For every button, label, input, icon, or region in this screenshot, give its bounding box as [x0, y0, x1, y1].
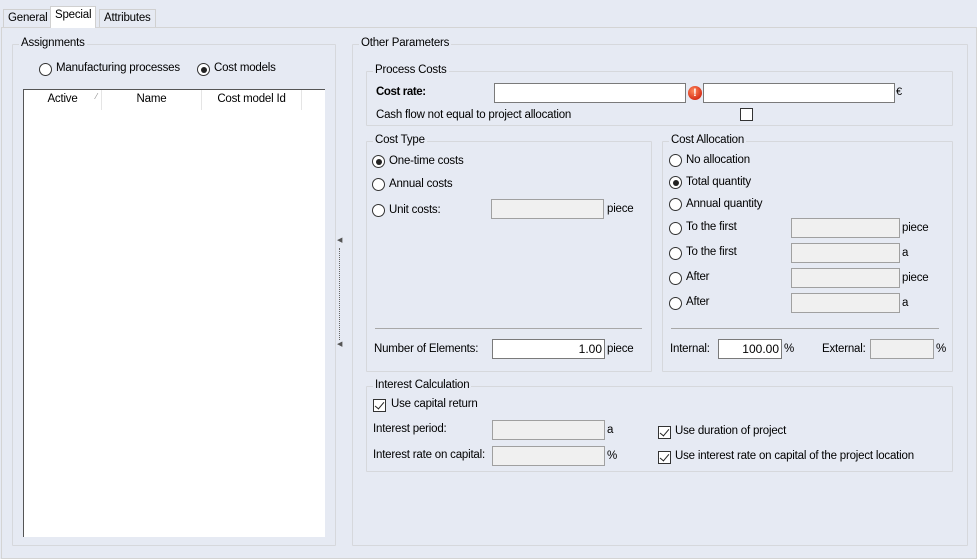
error-icon: !: [688, 86, 702, 100]
collapse-left-icon[interactable]: ◀: [337, 236, 342, 244]
number-of-elements-input[interactable]: [492, 339, 605, 359]
number-of-elements-label: Number of Elements:: [374, 343, 479, 355]
use-location-rate-label: Use interest rate on capital of the proj…: [675, 450, 914, 462]
after-piece-input[interactable]: [791, 268, 900, 288]
tab-attributes[interactable]: Attributes: [99, 9, 156, 28]
tab-strip: General Special Attributes: [0, 0, 977, 28]
list-header: Active ⁄ Name Cost model Id: [24, 90, 325, 110]
cost-type-group: Cost Type: [366, 134, 652, 372]
tab-general[interactable]: General: [3, 9, 53, 28]
cost-allocation-divider: [671, 328, 939, 329]
cost-type-divider: [375, 328, 642, 329]
column-header-cost-model-id[interactable]: Cost model Id: [202, 90, 302, 110]
radio-manufacturing-processes[interactable]: [39, 63, 52, 76]
total-quantity-label: Total quantity: [686, 176, 751, 188]
internal-label: Internal:: [670, 343, 710, 355]
to-the-first-years-input[interactable]: [791, 243, 900, 263]
one-time-costs-label: One-time costs: [389, 155, 464, 167]
to-the-first-piece-input[interactable]: [791, 218, 900, 238]
radio-annual-quantity[interactable]: [669, 198, 682, 211]
internal-unit: %: [784, 343, 795, 355]
after-years-label: After: [686, 296, 710, 308]
no-allocation-label: No allocation: [686, 154, 750, 166]
interest-period-unit: a: [607, 424, 614, 436]
other-parameters-title: Other Parameters: [359, 37, 452, 49]
interest-calculation-title: Interest Calculation: [373, 379, 472, 391]
collapse-left-icon-bottom[interactable]: ◀: [337, 340, 342, 348]
internal-input[interactable]: [718, 339, 782, 359]
radio-to-the-first-years[interactable]: [669, 247, 682, 260]
radio-no-allocation[interactable]: [669, 154, 682, 167]
external-unit: %: [936, 343, 947, 355]
panel-splitter[interactable]: ◀ ◀: [336, 236, 344, 352]
radio-annual-costs[interactable]: [372, 178, 385, 191]
external-label: External:: [822, 343, 866, 355]
interest-rate-label: Interest rate on capital:: [373, 449, 485, 461]
annual-quantity-label: Annual quantity: [686, 198, 763, 210]
interest-period-input[interactable]: [492, 420, 605, 440]
to-the-first-piece-unit: piece: [902, 222, 929, 234]
external-input[interactable]: [870, 339, 934, 359]
use-duration-checkbox[interactable]: [658, 426, 671, 439]
use-capital-return-label: Use capital return: [391, 398, 478, 410]
cash-flow-checkbox[interactable]: [740, 108, 753, 121]
radio-after-years[interactable]: [669, 297, 682, 310]
radio-to-the-first-piece[interactable]: [669, 222, 682, 235]
unit-costs-label: Unit costs:: [389, 204, 441, 216]
currency-euro-label: €: [896, 86, 902, 98]
cost-allocation-title: Cost Allocation: [669, 134, 747, 146]
tab-special[interactable]: Special: [50, 6, 97, 28]
to-the-first-piece-label: To the first: [686, 221, 737, 233]
cost-models-list[interactable]: Active ⁄ Name Cost model Id: [23, 89, 325, 537]
interest-period-label: Interest period:: [373, 423, 447, 435]
process-costs-title: Process Costs: [373, 64, 449, 76]
annual-costs-label: Annual costs: [389, 178, 453, 190]
radio-total-quantity[interactable]: [669, 176, 682, 189]
column-header-active[interactable]: Active ⁄: [24, 90, 102, 110]
after-years-input[interactable]: [791, 293, 900, 313]
cash-flow-label: Cash flow not equal to project allocatio…: [376, 109, 572, 121]
cost-models-label: Cost models: [214, 62, 276, 74]
sort-indicator-icon: ⁄: [95, 92, 97, 101]
column-header-name[interactable]: Name: [102, 90, 202, 110]
cost-type-title: Cost Type: [373, 134, 427, 146]
unit-costs-unit: piece: [607, 203, 634, 215]
radio-unit-costs[interactable]: [372, 204, 385, 217]
use-duration-label: Use duration of project: [675, 425, 787, 437]
interest-rate-unit: %: [607, 450, 618, 462]
to-the-first-years-unit: a: [902, 247, 909, 259]
to-the-first-years-label: To the first: [686, 246, 737, 258]
cost-rate-currency-input[interactable]: [703, 83, 895, 103]
manufacturing-processes-label: Manufacturing processes: [56, 62, 180, 74]
cost-rate-input[interactable]: [494, 83, 686, 103]
radio-after-piece[interactable]: [669, 272, 682, 285]
splitter-grip: [339, 248, 340, 340]
interest-rate-input[interactable]: [492, 446, 605, 466]
cost-rate-label: Cost rate:: [376, 86, 426, 98]
unit-costs-input[interactable]: [491, 199, 604, 219]
radio-one-time-costs[interactable]: [372, 155, 385, 168]
after-years-unit: a: [902, 297, 909, 309]
number-of-elements-unit: piece: [607, 343, 634, 355]
radio-cost-models[interactable]: [197, 63, 210, 76]
use-location-rate-checkbox[interactable]: [658, 451, 671, 464]
assignments-title: Assignments: [19, 37, 87, 49]
use-capital-return-checkbox[interactable]: [373, 399, 386, 412]
after-piece-label: After: [686, 271, 710, 283]
column-active-label: Active: [47, 93, 78, 105]
after-piece-unit: piece: [902, 272, 929, 284]
